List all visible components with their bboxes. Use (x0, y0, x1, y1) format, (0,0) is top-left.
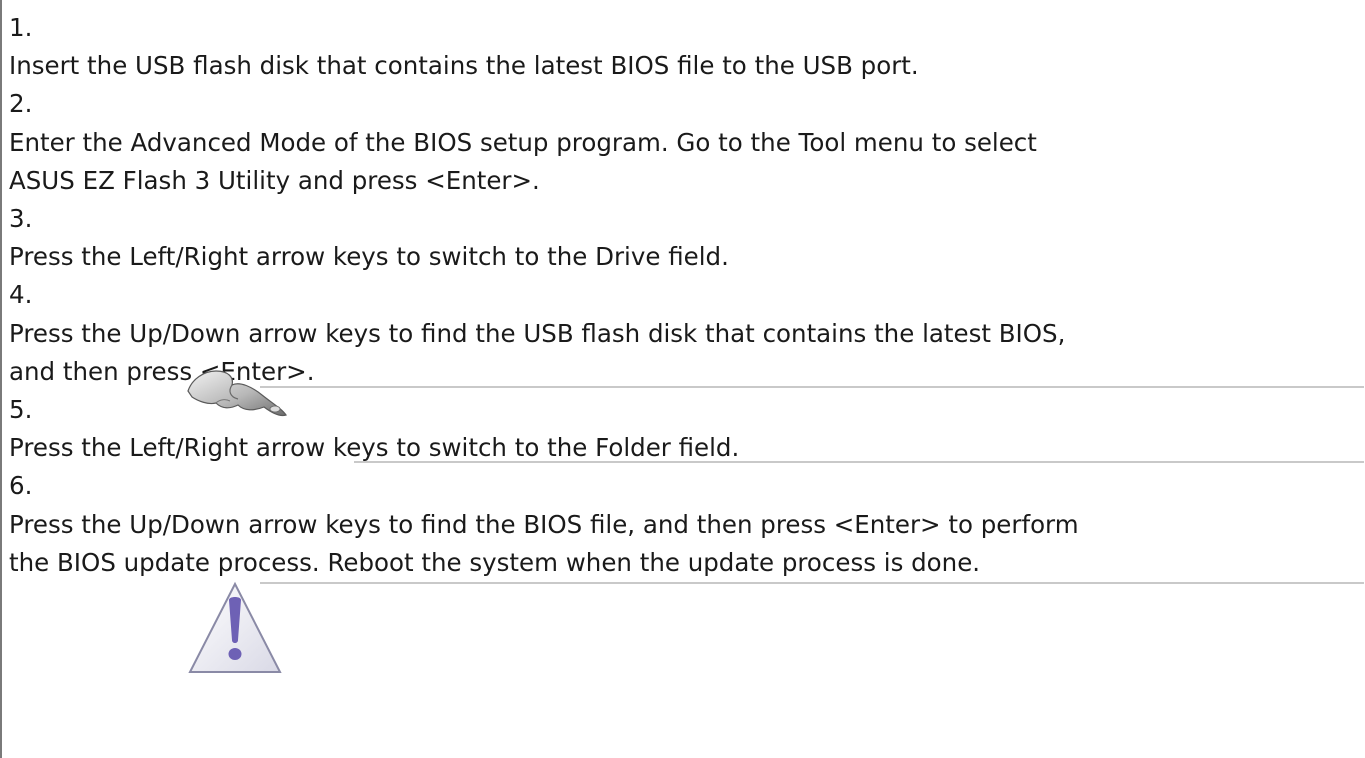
note-bottom-rule (354, 461, 1364, 463)
step-1-text: Insert the USB flash disk that contains … (9, 51, 919, 81)
step-6-text-line-1: Press the Up/Down arrow keys to find the… (9, 509, 1079, 539)
step-4-number: 4. (9, 280, 33, 310)
step-1-number: 1. (9, 13, 33, 42)
warning-top-rule (260, 582, 1364, 584)
pointing-hand-icon (182, 365, 292, 421)
page-left-border (0, 0, 2, 758)
step-3-number: 3. (9, 204, 33, 234)
warning-triangle-icon (186, 578, 284, 676)
step-4-text-line-1: Press the Up/Down arrow keys to find the… (9, 318, 1066, 348)
step-6-number: 6. (9, 471, 33, 501)
step-6-text-line-2: the BIOS update process. Reboot the syst… (9, 547, 981, 577)
procedure-steps: 1. Insert the USB flash disk that contai… (9, 9, 1359, 582)
step-3-text: Press the Left/Right arrow keys to switc… (9, 242, 729, 272)
step-2-text-line-1: Enter the Advanced Mode of the BIOS setu… (9, 127, 1037, 157)
note-top-rule (260, 386, 1364, 388)
step-2-text-line-2: ASUS EZ Flash 3 Utility and press <Enter… (9, 165, 540, 195)
step-2-number: 2. (9, 89, 33, 119)
